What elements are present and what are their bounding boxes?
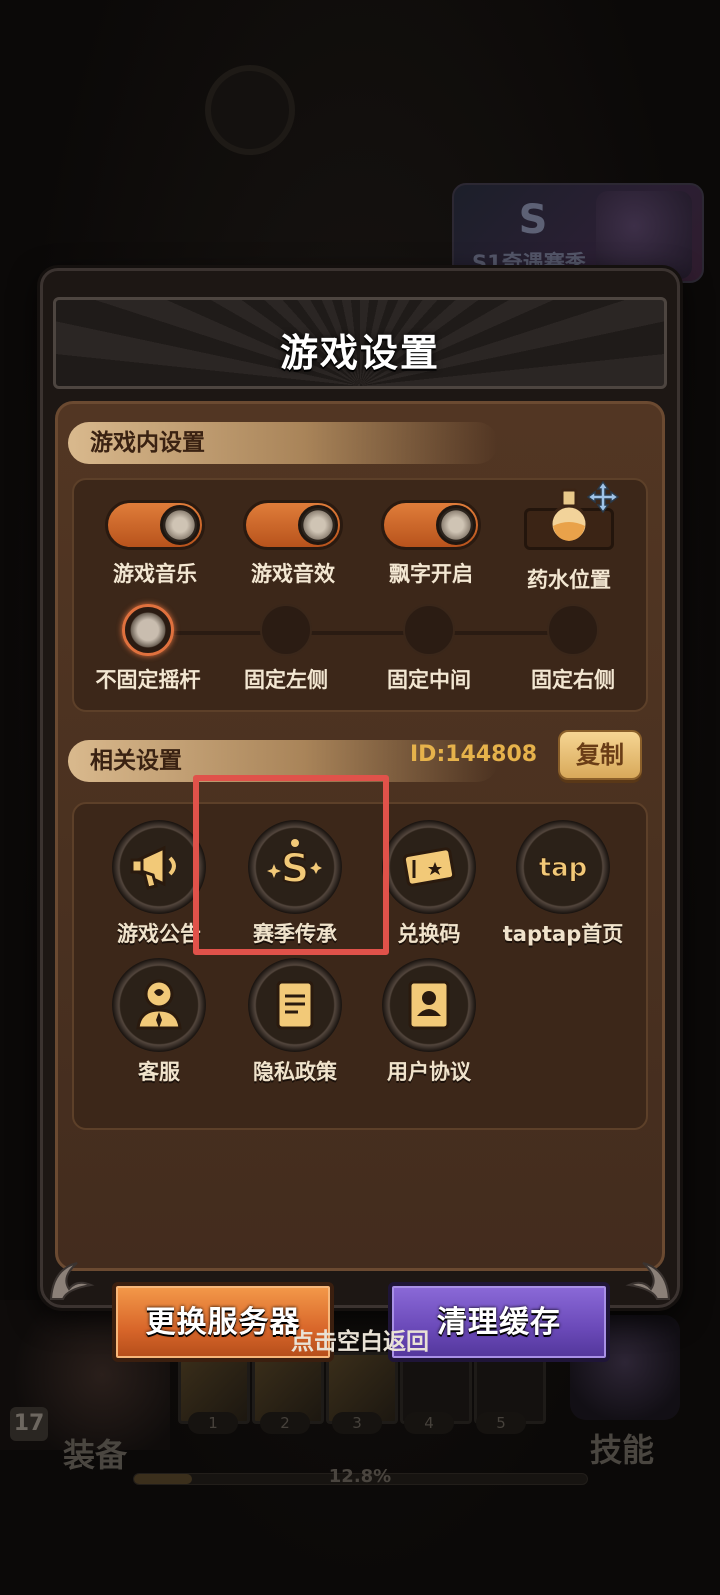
ticket-icon: [402, 847, 456, 887]
document-icon: [276, 980, 314, 1030]
exp-percent-text: 12.8%: [328, 1466, 392, 1487]
joystick-option-right[interactable]: 固定右侧: [508, 604, 638, 694]
redeem-code-icon-circle: [382, 820, 476, 914]
customer-service-item[interactable]: 客服: [94, 958, 224, 1086]
corner-ornament-left: [47, 1255, 109, 1303]
user-agreement-item[interactable]: 用户协议: [364, 958, 494, 1086]
joystick-option-free[interactable]: 不固定摇杆: [83, 604, 213, 694]
joystick-option-center[interactable]: 固定中间: [364, 604, 494, 694]
section-tab-in-game: 游戏内设置: [68, 422, 498, 464]
season-portrait: [596, 191, 692, 279]
joystick-label: 固定左侧: [244, 668, 328, 692]
joystick-label: 固定右侧: [531, 668, 615, 692]
move-arrows-icon: [586, 480, 620, 514]
megaphone-icon: [130, 845, 176, 890]
joystick-option-left[interactable]: 固定左侧: [221, 604, 351, 694]
taptap-icon-circle: tap: [516, 820, 610, 914]
customer-service-icon-circle: [112, 958, 206, 1052]
taptap-item[interactable]: tap taptap首页: [498, 820, 628, 948]
potion-position-label: 药水位置: [527, 568, 611, 592]
privacy-policy-item[interactable]: 隐私政策: [230, 958, 360, 1086]
season-s-badge: S: [518, 197, 548, 243]
background-emblem: [205, 65, 295, 155]
music-label: 游戏音乐: [113, 562, 197, 586]
announcement-icon-circle: [112, 820, 206, 914]
user-agreement-icon-circle: [382, 958, 476, 1052]
potion-position-button[interactable]: [524, 480, 620, 550]
privacy-policy-icon-circle: [248, 958, 342, 1052]
slot-numbers: 1 2 3 4 5: [188, 1412, 526, 1434]
customer-service-label: 客服: [138, 1060, 180, 1084]
privacy-policy-label: 隐私政策: [253, 1060, 337, 1084]
sfx-toggle[interactable]: [243, 500, 343, 550]
dialog-header: 游戏设置: [53, 297, 667, 389]
joystick-label: 固定中间: [387, 668, 471, 692]
floating-text-label: 飘字开启: [389, 562, 473, 586]
customer-service-icon: [136, 979, 182, 1030]
joystick-dot: [403, 604, 455, 656]
joystick-dot: [547, 604, 599, 656]
potion-position-group: 药水位置: [514, 480, 624, 594]
tap-blank-to-return-hint: 点击空白返回: [291, 1329, 429, 1355]
corner-ornament-right: [611, 1255, 673, 1303]
highlight-annotation-box: [193, 775, 389, 955]
dialog-title: 游戏设置: [279, 331, 440, 375]
toggle-knob: [436, 505, 476, 545]
copy-id-button[interactable]: 复制: [558, 730, 642, 780]
slot-number: 5: [476, 1412, 526, 1434]
joystick-dot-selected: [122, 604, 174, 656]
floating-text-toggle[interactable]: [381, 500, 481, 550]
player-level-badge: 17: [10, 1407, 48, 1441]
user-agreement-label: 用户协议: [387, 1060, 471, 1084]
joystick-label: 不固定摇杆: [95, 668, 201, 692]
slot-number: 3: [332, 1412, 382, 1434]
slot-number: 4: [404, 1412, 454, 1434]
toggle-knob: [298, 505, 338, 545]
toggle-knob: [160, 505, 200, 545]
skill-label: 技能: [590, 1431, 655, 1469]
floating-text-toggle-group: 飘字开启: [376, 500, 486, 588]
taptap-icon-text: tap: [539, 853, 588, 883]
user-agreement-icon: [408, 980, 450, 1030]
sfx-label: 游戏音效: [251, 562, 335, 586]
taptap-label: taptap首页: [502, 922, 624, 946]
slot-number: 2: [260, 1412, 310, 1434]
music-toggle[interactable]: [105, 500, 205, 550]
taptap-icon: tap: [538, 853, 588, 884]
slot-number: 1: [188, 1412, 238, 1434]
music-toggle-group: 游戏音乐: [100, 500, 210, 588]
player-id-text: ID:144808: [410, 742, 538, 767]
sfx-toggle-group: 游戏音效: [238, 500, 348, 588]
joystick-dot: [260, 604, 312, 656]
